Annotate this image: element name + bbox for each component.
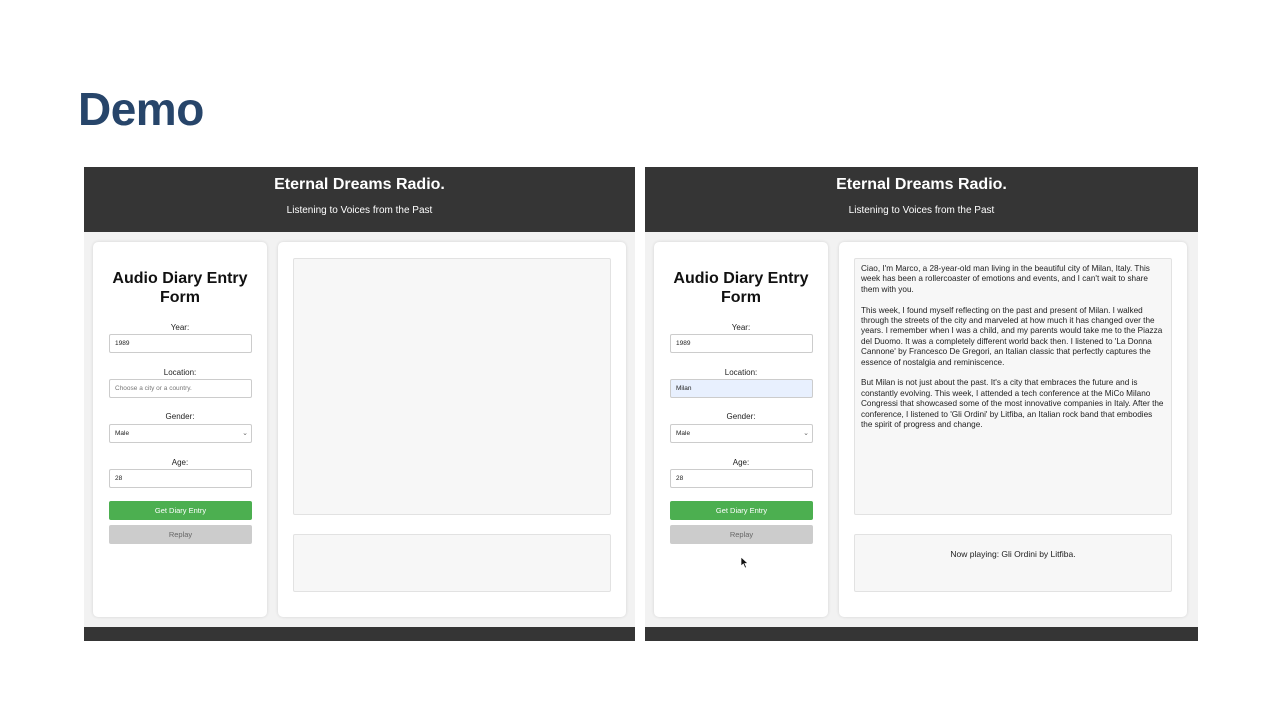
replay-button[interactable]: Replay (109, 525, 252, 544)
location-input[interactable]: Choose a city or a country. (109, 379, 252, 398)
gender-label: Gender: (165, 412, 195, 421)
form-title: Audio Diary Entry Form (112, 270, 248, 306)
app-footer (84, 627, 635, 641)
mouse-cursor-icon (740, 557, 749, 569)
diary-paragraph: Ciao, I'm Marco, a 28-year-old man livin… (861, 264, 1150, 294)
gender-label: Gender: (726, 412, 756, 421)
diary-output-card: Ciao, I'm Marco, a 28-year-old man livin… (839, 242, 1187, 617)
app-header: Eternal Dreams Radio. Listening to Voice… (645, 167, 1198, 232)
app-subtitle: Listening to Voices from the Past (286, 205, 433, 216)
demo-screenshot-before: Eternal Dreams Radio. Listening to Voice… (84, 167, 635, 641)
gender-select[interactable]: Male ⌄ (109, 424, 252, 443)
year-input[interactable]: 1989 (109, 334, 252, 353)
chevron-down-icon: ⌄ (242, 430, 248, 437)
location-label: Location: (724, 368, 758, 377)
app-title: Eternal Dreams Radio. (836, 176, 1007, 193)
diary-form-card: Audio Diary Entry Form Year: 1989 Locati… (654, 242, 828, 617)
year-input[interactable]: 1989 (670, 334, 813, 353)
slide-title: Demo (78, 83, 204, 135)
gender-select[interactable]: Male ⌄ (670, 424, 813, 443)
age-label: Age: (171, 458, 189, 467)
diary-text-area: Ciao, I'm Marco, a 28-year-old man livin… (854, 258, 1172, 515)
app-subtitle: Listening to Voices from the Past (848, 205, 995, 216)
get-diary-entry-button[interactable]: Get Diary Entry (670, 501, 813, 520)
age-input[interactable]: 28 (109, 469, 252, 488)
location-input[interactable]: Milan (670, 379, 813, 398)
now-playing-box: Now playing: Gli Ordini by Litfiba. (854, 534, 1172, 592)
app-title: Eternal Dreams Radio. (274, 176, 445, 193)
form-title: Audio Diary Entry Form (673, 270, 809, 306)
chevron-down-icon: ⌄ (803, 430, 809, 437)
year-label: Year: (170, 323, 190, 332)
diary-paragraph: This week, I found myself reflecting on … (861, 305, 1163, 367)
diary-paragraph: But Milan is not just about the past. It… (861, 378, 1164, 430)
gender-select-value: Male (676, 430, 691, 437)
age-input[interactable]: 28 (670, 469, 813, 488)
replay-button[interactable]: Replay (670, 525, 813, 544)
location-label: Location: (163, 368, 197, 377)
get-diary-entry-button[interactable]: Get Diary Entry (109, 501, 252, 520)
demo-screenshot-after: Eternal Dreams Radio. Listening to Voice… (645, 167, 1198, 641)
app-footer (645, 627, 1198, 641)
diary-text-area (293, 258, 611, 515)
diary-output-card (278, 242, 626, 617)
year-label: Year: (731, 323, 751, 332)
gender-select-value: Male (115, 430, 130, 437)
now-playing-box (293, 534, 611, 592)
app-header: Eternal Dreams Radio. Listening to Voice… (84, 167, 635, 232)
age-label: Age: (732, 458, 750, 467)
diary-form-card: Audio Diary Entry Form Year: 1989 Locati… (93, 242, 267, 617)
